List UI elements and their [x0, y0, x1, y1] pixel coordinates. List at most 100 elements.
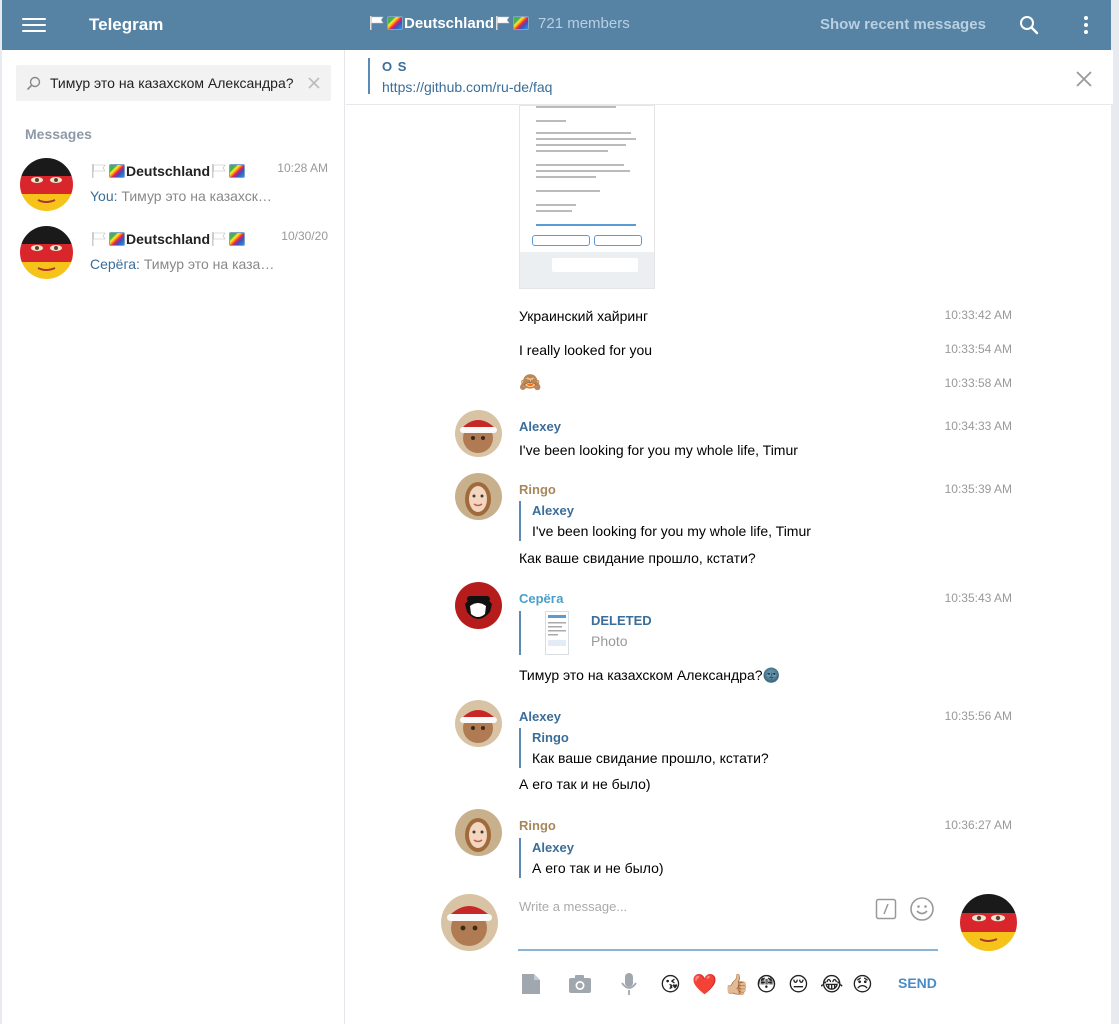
avatar[interactable] [455, 809, 502, 856]
send-button[interactable]: SEND [898, 975, 937, 991]
message-emoji: 🙈 [519, 372, 542, 393]
close-icon[interactable] [1074, 69, 1094, 89]
dialog-name: Deutschland [90, 231, 246, 247]
message-text: Украинский хайринг [519, 308, 649, 324]
dialog-item[interactable]: Deutschland 10/30/20 Серёга: Тимур это н… [2, 226, 345, 292]
message-author[interactable]: Alexey [519, 419, 561, 434]
white-flag-icon [91, 232, 107, 246]
section-title: Messages [25, 126, 92, 142]
white-flag-icon [211, 232, 227, 246]
microphone-icon[interactable] [616, 971, 642, 997]
chat-title[interactable]: Deutschland 721 members [368, 15, 630, 32]
rainbow-icon [109, 232, 125, 246]
top-bar: Telegram Deutschland 721 members Show rec… [2, 0, 1113, 50]
rainbow-icon [109, 164, 125, 178]
emoji-icon[interactable] [909, 896, 935, 922]
message-author[interactable]: Серёга [519, 591, 563, 606]
pinned-link[interactable]: https://github.com/ru-de/faq [382, 79, 552, 95]
white-flag-icon [91, 164, 107, 178]
message-list[interactable]: Украинский хайринг 10:33:42 AM I really … [346, 105, 1113, 880]
message-time: 10:33:42 AM [944, 308, 1012, 322]
bot-command-icon[interactable] [875, 898, 897, 920]
reply-quote[interactable]: Alexey А его так и не было) [519, 838, 664, 878]
message-author[interactable]: Alexey [519, 709, 561, 724]
dialog-name: Deutschland [90, 163, 246, 179]
avatar [20, 226, 73, 279]
message-author[interactable]: Ringo [519, 818, 556, 833]
reply-quote[interactable]: DELETED Photo [519, 611, 652, 655]
reply-thumbnail [545, 611, 569, 655]
emoji-heart[interactable]: ❤️ [692, 971, 717, 997]
white-flag-icon [369, 16, 385, 30]
avatar[interactable] [455, 700, 502, 747]
message-time: 10:33:54 AM [944, 342, 1012, 356]
message-time: 10:35:43 AM [944, 591, 1012, 605]
message-time: 10:36:27 AM [944, 818, 1012, 832]
message-text: I really looked for you [519, 342, 653, 358]
reply-text: Как ваше свидание прошло, кстати? [532, 750, 769, 766]
avatar [20, 158, 73, 211]
rainbow-icon [229, 164, 246, 178]
search-icon [26, 75, 42, 91]
message-text: Как ваше свидание прошло, кстати? [519, 550, 756, 566]
reply-quote[interactable]: Ringo Как ваше свидание прошло, кстати? [519, 728, 769, 768]
message-input[interactable] [519, 895, 869, 917]
photo-buttons [532, 235, 644, 247]
message-text: Тимур это на казахском Александра?🌚 [519, 667, 780, 683]
menu-icon[interactable] [22, 14, 46, 36]
message-time: 10:35:56 AM [944, 709, 1012, 723]
pinned-message[interactable]: O S https://github.com/ru-de/faq [346, 50, 1113, 105]
peer-avatar[interactable] [960, 894, 1017, 951]
message-author[interactable]: Ringo [519, 482, 556, 497]
pinned-title: O S [382, 59, 408, 74]
photo-inputbar [520, 252, 654, 288]
emoji-kiss[interactable]: 😘 [660, 971, 681, 997]
dialog-time: 10:28 AM [277, 161, 328, 175]
emoji-thumbs-up[interactable]: 👍🏼 [724, 971, 749, 997]
dialog-text: Тимур это на казахск… [121, 188, 272, 204]
clear-search-icon[interactable] [305, 74, 323, 92]
telegram-app: Telegram Deutschland 721 members Show rec… [2, 0, 1113, 1024]
search-box [16, 65, 331, 101]
camera-icon[interactable] [567, 971, 593, 997]
rainbow-icon [513, 16, 530, 30]
attach-file-icon[interactable] [518, 971, 544, 997]
reply-author: Alexey [532, 840, 574, 855]
reply-author: DELETED [591, 613, 652, 628]
emoji-disappointed[interactable]: 😞 [852, 971, 873, 997]
window-edge [1111, 0, 1119, 1024]
rainbow-icon [229, 232, 246, 246]
white-flag-icon [211, 164, 227, 178]
input-underline [518, 949, 938, 951]
dialog-sender: Серёга: [90, 256, 140, 272]
white-flag-icon [495, 16, 511, 30]
dialog-item[interactable]: Deutschland 10:28 AM You: Тимур это на к… [2, 158, 345, 224]
avatar[interactable] [455, 473, 502, 520]
show-recent-messages-button[interactable]: Show recent messages [820, 16, 986, 33]
message-composer: 😘 ❤️ 👍🏼 😳 😔 😂 😞 SEND [346, 880, 1113, 1024]
dialog-text: Тимур это на каза… [143, 256, 275, 272]
reply-text: А его так и не было) [532, 860, 664, 876]
more-vertical-icon[interactable] [1076, 14, 1096, 36]
emoji-pensive[interactable]: 😔 [788, 971, 809, 997]
dialog-title: Deutschland [126, 231, 211, 247]
app-title: Telegram [89, 15, 164, 34]
sidebar: Messages Deutschland 10:28 AM You: Тимур… [2, 50, 345, 1024]
search-input[interactable] [50, 73, 300, 93]
avatar[interactable] [455, 410, 502, 457]
message-text: I've been looking for you my whole life,… [519, 442, 798, 458]
chat-panel: O S https://github.com/ru-de/faq Украинс… [346, 50, 1113, 1024]
dialog-title: Deutschland [126, 163, 211, 179]
pinned-bar [368, 58, 370, 94]
message-photo[interactable] [519, 105, 655, 289]
emoji-joy[interactable]: 😂 [820, 971, 843, 997]
message-text: А его так и не было) [519, 776, 651, 792]
message-time: 10:34:33 AM [944, 419, 1012, 433]
avatar[interactable] [455, 582, 502, 629]
reply-quote[interactable]: Alexey I've been looking for you my whol… [519, 501, 811, 541]
members-count: 721 members [538, 15, 630, 32]
my-avatar[interactable] [441, 894, 498, 951]
search-icon[interactable] [1018, 14, 1040, 36]
dialog-time: 10/30/20 [281, 229, 328, 243]
emoji-flushed[interactable]: 😳 [756, 971, 777, 997]
